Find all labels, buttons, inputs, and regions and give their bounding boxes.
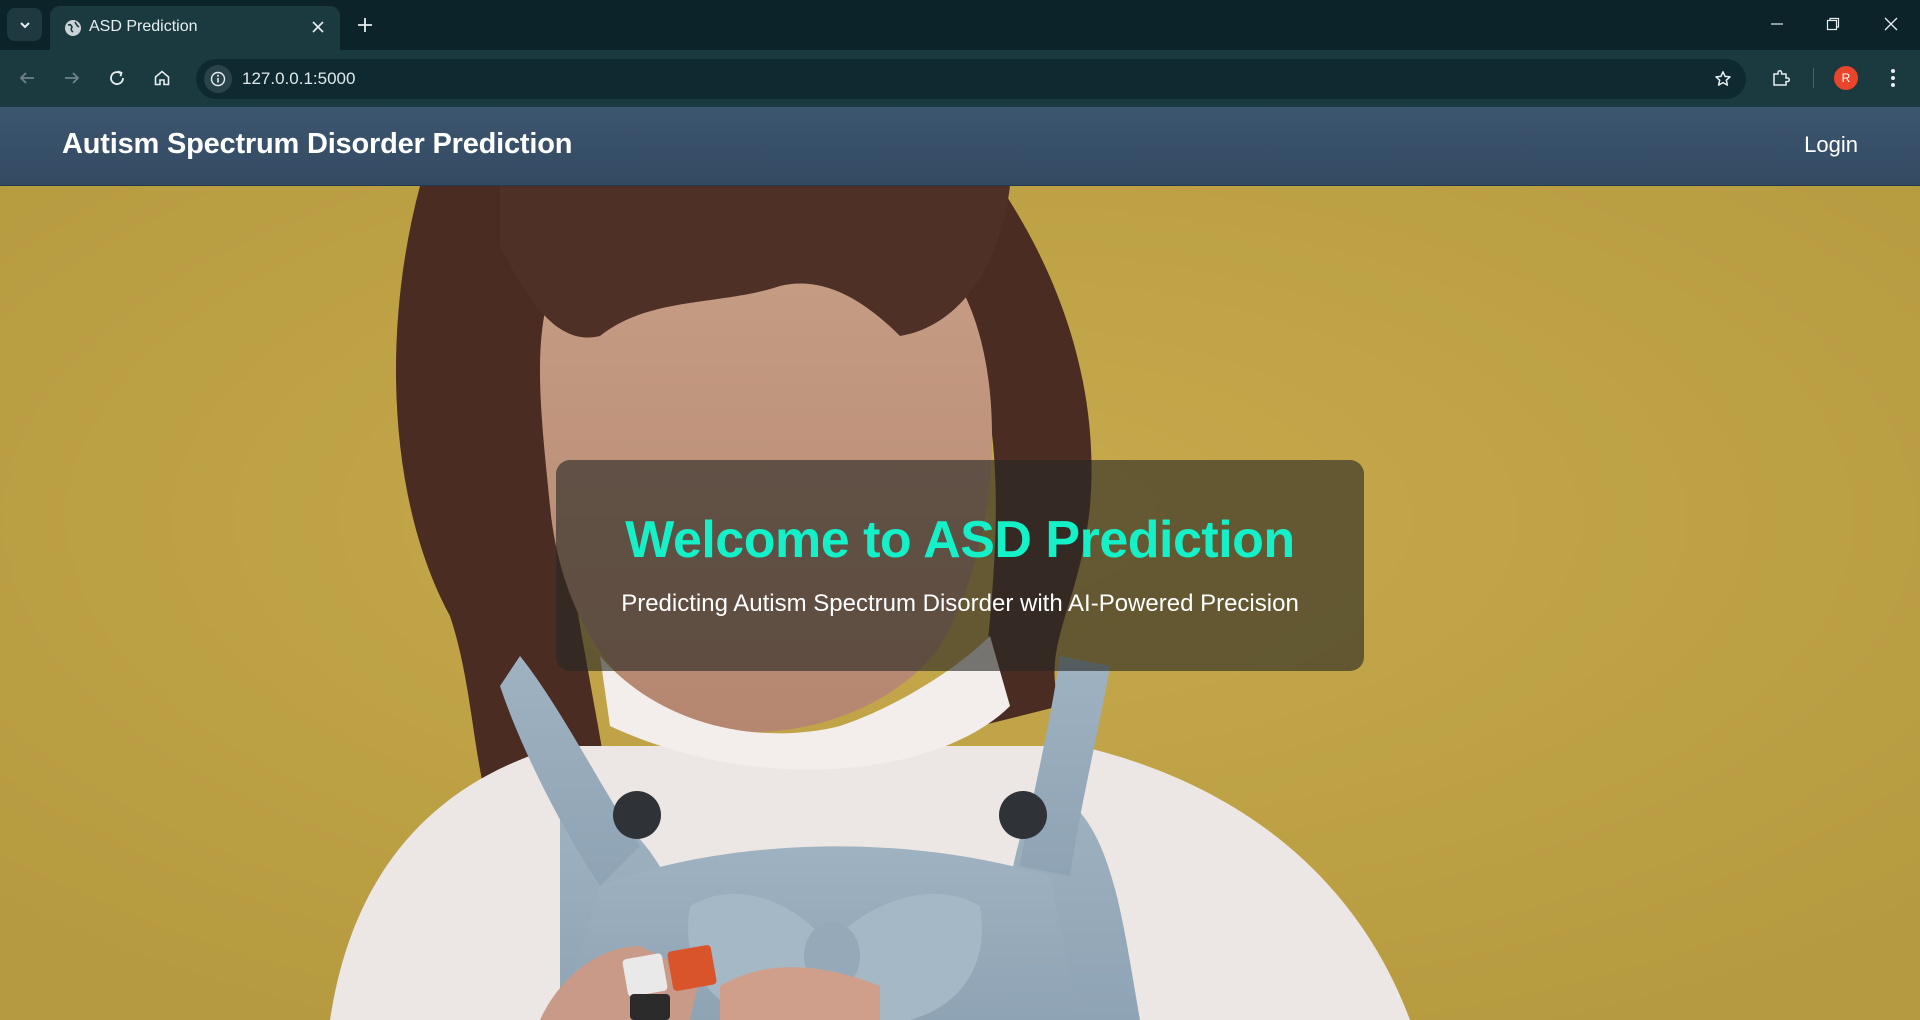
browser-tabstrip: ASD Prediction (0, 0, 1920, 50)
browser-menu-button[interactable] (1878, 63, 1908, 93)
browser-toolbar: 127.0.0.1:5000 R (0, 50, 1920, 107)
bookmark-button[interactable] (1710, 66, 1736, 92)
hero-card: Welcome to ASD Prediction Predicting Aut… (556, 460, 1364, 671)
restore-button[interactable] (1804, 0, 1862, 48)
site-navbar: Autism Spectrum Disorder Prediction Logi… (0, 107, 1920, 186)
login-link[interactable]: Login (1804, 132, 1858, 158)
hero-section: Welcome to ASD Prediction Predicting Aut… (0, 186, 1920, 1020)
browser-tab[interactable]: ASD Prediction (50, 6, 340, 50)
close-window-button[interactable] (1862, 0, 1920, 48)
hero-title: Welcome to ASD Prediction (625, 511, 1295, 569)
back-button[interactable] (11, 62, 43, 94)
star-icon (1715, 71, 1731, 86)
home-icon (154, 70, 170, 86)
new-tab-button[interactable] (352, 12, 378, 38)
close-icon (1884, 17, 1898, 31)
minimize-icon (1771, 23, 1783, 25)
site-info-button[interactable] (204, 65, 232, 93)
url-text: 127.0.0.1:5000 (242, 69, 356, 88)
plus-icon (358, 18, 372, 32)
minimize-button[interactable] (1748, 0, 1806, 48)
web-page: Autism Spectrum Disorder Prediction Logi… (0, 107, 1920, 1020)
reload-icon (110, 70, 124, 85)
arrow-right-icon (65, 72, 80, 84)
chevron-down-icon (19, 21, 30, 28)
address-bar[interactable]: 127.0.0.1:5000 (196, 59, 1746, 99)
more-vert-icon (1891, 69, 1895, 87)
tab-close-button[interactable] (308, 17, 328, 37)
toolbar-divider (1813, 68, 1814, 88)
restore-icon (1826, 17, 1840, 31)
extensions-button[interactable] (1766, 63, 1796, 93)
profile-avatar[interactable]: R (1834, 66, 1858, 90)
site-brand[interactable]: Autism Spectrum Disorder Prediction (62, 128, 572, 161)
info-icon (210, 71, 226, 87)
tab-title: ASD Prediction (89, 18, 198, 35)
reload-button[interactable] (101, 62, 133, 94)
home-button[interactable] (146, 62, 178, 94)
close-icon (312, 21, 324, 33)
arrow-left-icon (19, 72, 34, 84)
globe-icon (65, 20, 81, 36)
puzzle-icon (1773, 69, 1791, 86)
forward-button[interactable] (56, 62, 88, 94)
hero-subtitle: Predicting Autism Spectrum Disorder with… (621, 590, 1299, 617)
tab-search-button[interactable] (7, 8, 42, 41)
